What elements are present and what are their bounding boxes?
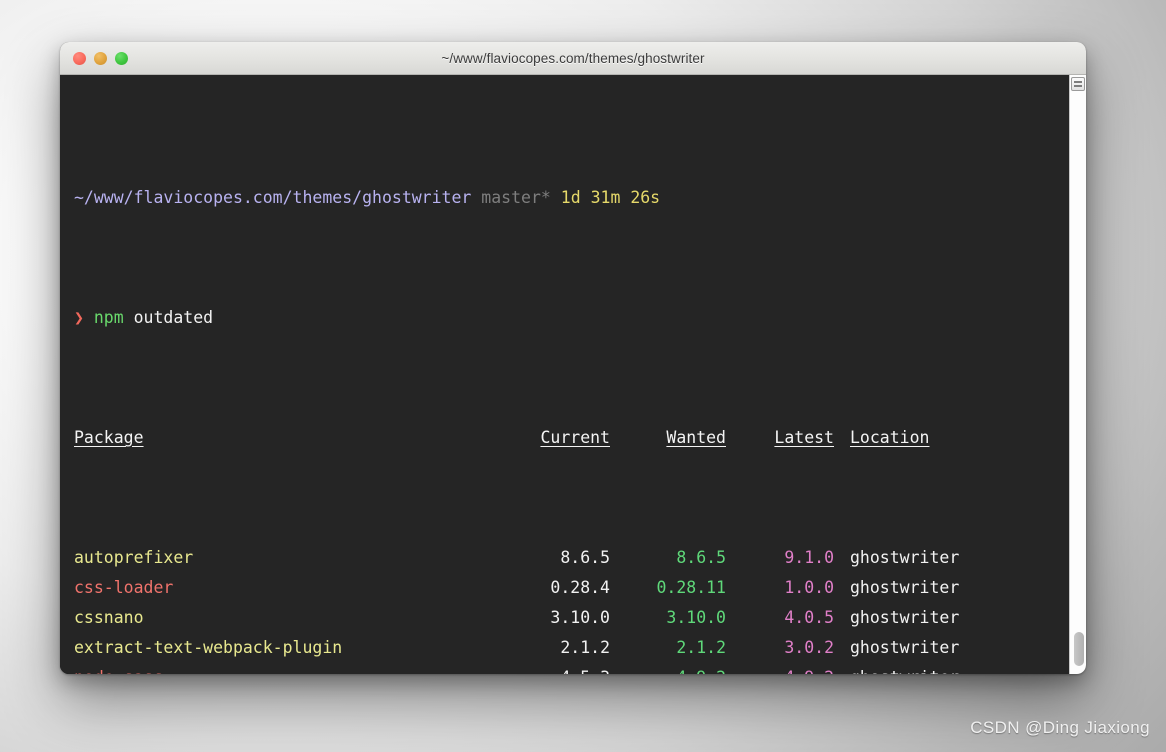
cell-current: 3.10.0	[550, 608, 610, 627]
prompt-arrow-icon: ❯	[74, 308, 84, 327]
close-window-button[interactable]	[73, 51, 86, 65]
scrollbar-thumb[interactable]	[1074, 632, 1084, 666]
cell-package: cssnano	[74, 608, 144, 627]
terminal-scrollbar[interactable]	[1069, 75, 1086, 674]
cell-latest: 4.9.2	[784, 668, 834, 674]
terminal-screen-wrap: ~/www/flaviocopes.com/themes/ghostwriter…	[60, 75, 1086, 674]
column-header-latest: Latest	[774, 428, 834, 447]
scrollbar-settings-icon[interactable]	[1071, 77, 1085, 91]
column-header-package: Package	[74, 428, 144, 447]
cell-location: ghostwriter	[850, 608, 960, 627]
terminal-screen[interactable]: ~/www/flaviocopes.com/themes/ghostwriter…	[60, 75, 1069, 674]
cell-current: 0.28.4	[550, 578, 610, 597]
table-row: cssnano 3.10.0 3.10.0 4.0.5 ghostwriter	[74, 603, 1069, 633]
cell-package: css-loader	[74, 578, 174, 597]
cell-package: autoprefixer	[74, 548, 194, 567]
minimize-window-button[interactable]	[94, 51, 107, 65]
cell-wanted: 4.9.2	[676, 668, 726, 674]
window-title: ~/www/flaviocopes.com/themes/ghostwriter	[441, 50, 705, 66]
cell-current: 4.5.3	[560, 668, 610, 674]
cell-location: ghostwriter	[850, 668, 959, 674]
cell-latest: 1.0.0	[784, 578, 834, 597]
maximize-window-button[interactable]	[115, 51, 128, 65]
table-row: extract-text-webpack-plugin 2.1.2 2.1.2 3.0…	[74, 633, 1069, 663]
cell-wanted: 3.10.0	[666, 608, 726, 627]
column-header-location: Location	[850, 428, 930, 447]
prompt-line-top: ~/www/flaviocopes.com/themes/ghostwriter…	[74, 183, 1069, 213]
cell-current: 8.6.5	[560, 548, 610, 567]
prompt-git-branch: master*	[481, 188, 551, 207]
cell-latest: 4.0.5	[784, 608, 834, 627]
command-name: npm	[93, 308, 124, 327]
traffic-lights	[73, 42, 128, 74]
prompt-timing: 1d 31m 26s	[560, 188, 661, 207]
table-row: autoprefixer 8.6.5 8.6.5 9.1.0 ghostwriter	[74, 543, 1069, 573]
table-header-row: Package Current Wanted Latest Location	[74, 423, 1069, 453]
table-row: css-loader 0.28.4 0.28.11 1.0.0 ghostwriter	[74, 573, 1069, 603]
command-argument: outdated	[133, 308, 214, 327]
cell-latest: 3.0.2	[784, 638, 834, 657]
cell-package: extract-text-webpack-plugin	[74, 638, 343, 657]
table-row: node-sass 4.5.3 4.9.2 4.9.2 ghostwriter	[74, 663, 1069, 674]
cell-package: node-sass	[74, 668, 163, 674]
cell-location: ghostwriter	[850, 548, 960, 567]
cell-current: 2.1.2	[560, 638, 610, 657]
outdated-table-body: autoprefixer 8.6.5 8.6.5 9.1.0 ghostwriter cs…	[74, 543, 1069, 674]
cell-wanted: 2.1.2	[676, 638, 726, 657]
column-header-current: Current	[540, 428, 610, 447]
command-line: ❯ npm outdated	[74, 303, 1069, 333]
terminal-window[interactable]: ~/www/flaviocopes.com/themes/ghostwriter…	[60, 42, 1086, 674]
cell-location: ghostwriter	[850, 638, 960, 657]
cell-latest: 9.1.0	[784, 548, 834, 567]
column-header-wanted: Wanted	[666, 428, 726, 447]
cell-location: ghostwriter	[850, 578, 960, 597]
cell-wanted: 8.6.5	[676, 548, 726, 567]
prompt-path: ~/www/flaviocopes.com/themes/ghostwriter	[74, 188, 472, 207]
cell-wanted: 0.28.11	[656, 578, 726, 597]
window-titlebar[interactable]: ~/www/flaviocopes.com/themes/ghostwriter	[60, 42, 1086, 75]
watermark-text: CSDN @Ding Jiaxiong	[970, 718, 1150, 737]
